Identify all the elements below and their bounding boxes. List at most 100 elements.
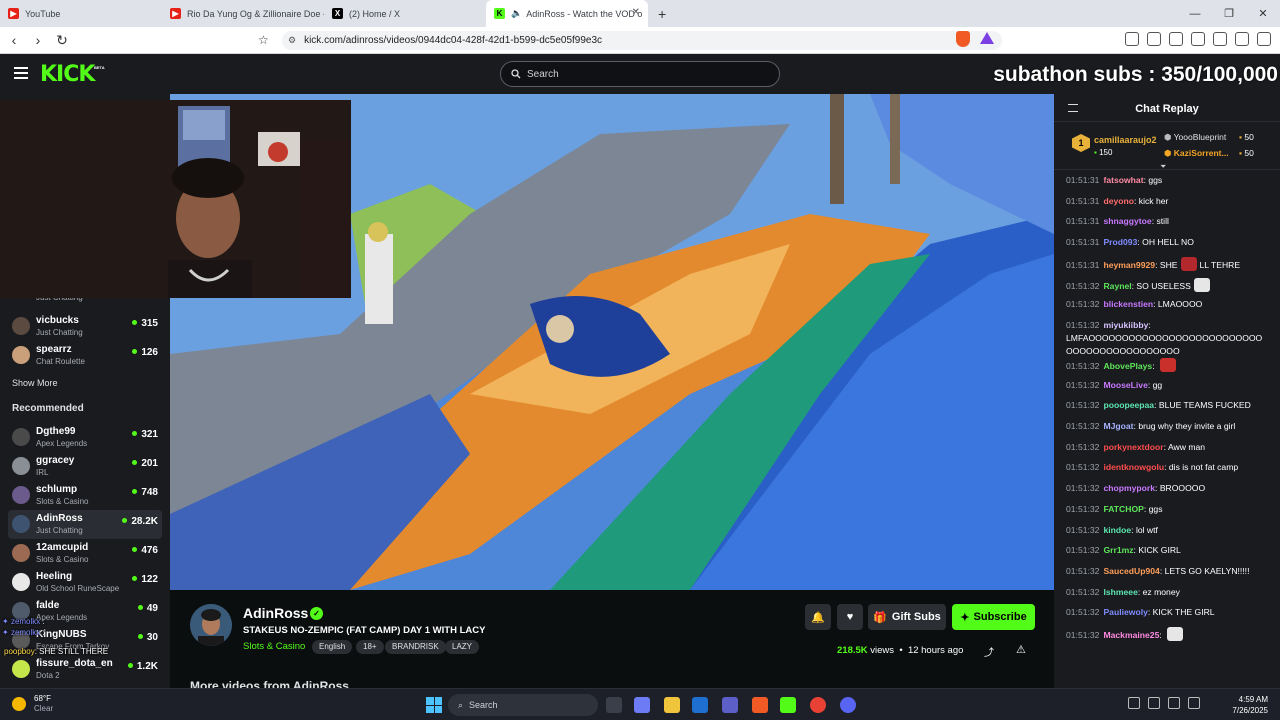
cast-icon[interactable] (1125, 32, 1139, 46)
url-field[interactable]: ⚙ kick.com/adinross/videos/0944dc04-428f… (282, 31, 1002, 50)
sidebar-channel-heeling[interactable]: Heeling Old School RuneScape 122 (0, 568, 170, 597)
message-text: dis is not fat camp (1168, 462, 1239, 473)
chat-username[interactable]: SaucedUp904 (1103, 566, 1159, 576)
chat-username[interactable]: chopmypork (1103, 483, 1155, 493)
close-window-button[interactable]: ✕ (1246, 0, 1280, 27)
subscribe-button[interactable]: ✦ Subscribe (952, 604, 1035, 630)
report-icon[interactable]: ⚠ (1016, 643, 1026, 656)
kick-logo[interactable]: KICK (40, 62, 95, 87)
sidebar-channel[interactable]: vicbucks Just Chatting 315 (0, 312, 170, 341)
sidebar-channel-ggracey[interactable]: ggracey IRL 201 (0, 452, 170, 481)
start-button[interactable] (426, 697, 442, 713)
chat-username[interactable]: kindoe (1103, 525, 1131, 535)
new-tab-button[interactable]: + (658, 6, 666, 22)
weather-icon[interactable] (12, 697, 26, 711)
close-tab-icon[interactable]: ✕ (632, 7, 640, 18)
microphone-icon[interactable] (1168, 697, 1180, 709)
chat-username[interactable]: blickenstien (1103, 299, 1153, 309)
chat-username[interactable]: porkynextdoor (1103, 442, 1163, 452)
tag-chip[interactable]: 18+ (356, 640, 384, 654)
copilot-icon[interactable] (634, 697, 650, 713)
tag-chip[interactable]: BRANDRISK (385, 640, 446, 654)
wallet-icon[interactable] (1191, 32, 1205, 46)
brave-shield-icon[interactable] (956, 31, 970, 47)
browser-tab[interactable]: ▶ Rio Da Yung Og & Zillionaire Doe - V (162, 0, 324, 27)
chat-username[interactable]: Ishmeee (1103, 587, 1137, 597)
chat-username[interactable]: heyman9929 (1103, 260, 1155, 270)
tag-chip[interactable]: LAZY (445, 640, 480, 654)
chat-message: 01:51:32 AbovePlays: (1066, 357, 1276, 373)
teams-icon[interactable] (722, 697, 738, 713)
menu-icon[interactable] (1257, 32, 1271, 46)
chat-username[interactable]: fatsowhat (1103, 175, 1143, 185)
back-button[interactable]: ‹ (4, 32, 24, 48)
site-info-icon[interactable]: ⚙ (288, 35, 296, 46)
gift-subs-button[interactable]: 🎁 Gift Subs (868, 604, 946, 630)
discord-icon[interactable] (840, 697, 856, 713)
chat-username[interactable]: MooseLive (1103, 380, 1147, 390)
chat-username[interactable]: identknowgolu (1103, 462, 1164, 472)
chat-username[interactable]: Pauliewoly (1103, 607, 1147, 617)
share-icon[interactable]: ⤴ (984, 644, 994, 659)
browser-tab[interactable]: ▶ YouTube (0, 0, 162, 27)
sidebar-channel[interactable]: spearrz Chat Roulette 126 (0, 341, 170, 370)
badge-icon: ⬢ (1164, 148, 1172, 158)
leo-ai-icon[interactable] (1213, 32, 1227, 46)
message-timestamp: 01:51:32 (1066, 607, 1100, 618)
brave-icon[interactable] (752, 697, 768, 713)
chat-username[interactable]: MJgoat (1103, 421, 1133, 431)
chat-username[interactable]: miyukiibby (1103, 320, 1148, 330)
chrome-icon[interactable] (810, 697, 826, 713)
show-more-link[interactable]: Show More (12, 378, 58, 388)
task-view-icon[interactable] (606, 697, 622, 713)
sidebar-channel-12amcupid[interactable]: 12amcupid Slots & Casino 476 (0, 539, 170, 568)
minimize-button[interactable]: — (1178, 0, 1212, 27)
search-input[interactable]: Search (500, 61, 780, 87)
vpn-icon[interactable] (1235, 32, 1249, 46)
chat-username[interactable]: deyono (1103, 196, 1134, 206)
chat-message: 01:51:31 shnaggytoe: still (1066, 215, 1276, 228)
forward-button[interactable]: › (28, 32, 48, 48)
sidebar-channel-schlump[interactable]: schlump Slots & Casino 748 (0, 481, 170, 510)
channel-name[interactable]: AdinRoss (243, 605, 308, 621)
bookmark-icon[interactable]: ☆ (258, 33, 269, 47)
chat-username[interactable]: FATCHOP (1103, 504, 1143, 514)
chat-username[interactable]: Mackmaine25 (1103, 630, 1159, 640)
sidebar-toggle-icon[interactable] (1169, 32, 1183, 46)
hamburger-menu-icon[interactable] (14, 67, 28, 79)
store-icon[interactable] (692, 697, 708, 713)
clock[interactable]: 4:59 AM 7/26/2025 (1216, 694, 1268, 716)
channel-avatar[interactable] (190, 604, 232, 646)
tag-chip[interactable]: English (312, 640, 353, 654)
browser-tab-active[interactable]: K 🔈 AdinRoss - Watch the VOD o ✕ (486, 0, 648, 27)
file-explorer-icon[interactable] (664, 697, 680, 713)
gifter-entry[interactable]: ⬢ KaziSorrent... ▪ 50 (1164, 148, 1254, 159)
sidebar-channel-adinross[interactable]: AdinRoss Just Chatting 28.2K (8, 510, 162, 539)
music-icon[interactable] (1147, 32, 1161, 46)
browser-tab[interactable]: X (2) Home / X (324, 0, 486, 27)
chat-username[interactable]: shnaggytoe (1103, 216, 1151, 226)
sidebar-channel-dgthe99[interactable]: Dgthe99 Apex Legends 321 (0, 423, 170, 452)
kick-app-icon[interactable] (780, 697, 796, 713)
top-gifter-name[interactable]: camillaaraujo2 (1094, 135, 1157, 145)
category-link[interactable]: Slots & Casino (243, 641, 305, 652)
chat-username[interactable]: Grr1mz (1103, 545, 1133, 555)
gifter-entry[interactable]: ⬢ YoooBlueprint ▪ 50 (1164, 132, 1254, 143)
wifi-icon[interactable] (1148, 697, 1160, 709)
taskbar-search[interactable]: ⌕ Search (448, 694, 598, 716)
sidebar-channel-fissure_dota_en[interactable]: fissure_dota_en Dota 2 1.2K (0, 655, 170, 684)
maximize-button[interactable]: ❐ (1212, 0, 1246, 27)
recommended-heading: Recommended (12, 403, 84, 414)
chat-username[interactable]: Prod093 (1103, 237, 1137, 247)
tray-app-icon[interactable] (1128, 697, 1140, 709)
chat-username[interactable]: Raynel (1103, 281, 1131, 291)
chat-username[interactable]: pooopeepaa (1103, 400, 1154, 410)
reload-button[interactable]: ↻ (52, 32, 72, 49)
volume-icon[interactable] (1188, 697, 1200, 709)
chat-username[interactable]: AbovePlays (1103, 361, 1152, 371)
notification-bell-button[interactable]: 🔔 (805, 604, 831, 630)
weather-widget[interactable]: 68°F Clear (34, 694, 53, 714)
brave-rewards-icon[interactable] (980, 32, 994, 44)
expand-icon[interactable]: ⏷ (1160, 162, 1166, 172)
follow-button[interactable]: ♥ (837, 604, 863, 630)
